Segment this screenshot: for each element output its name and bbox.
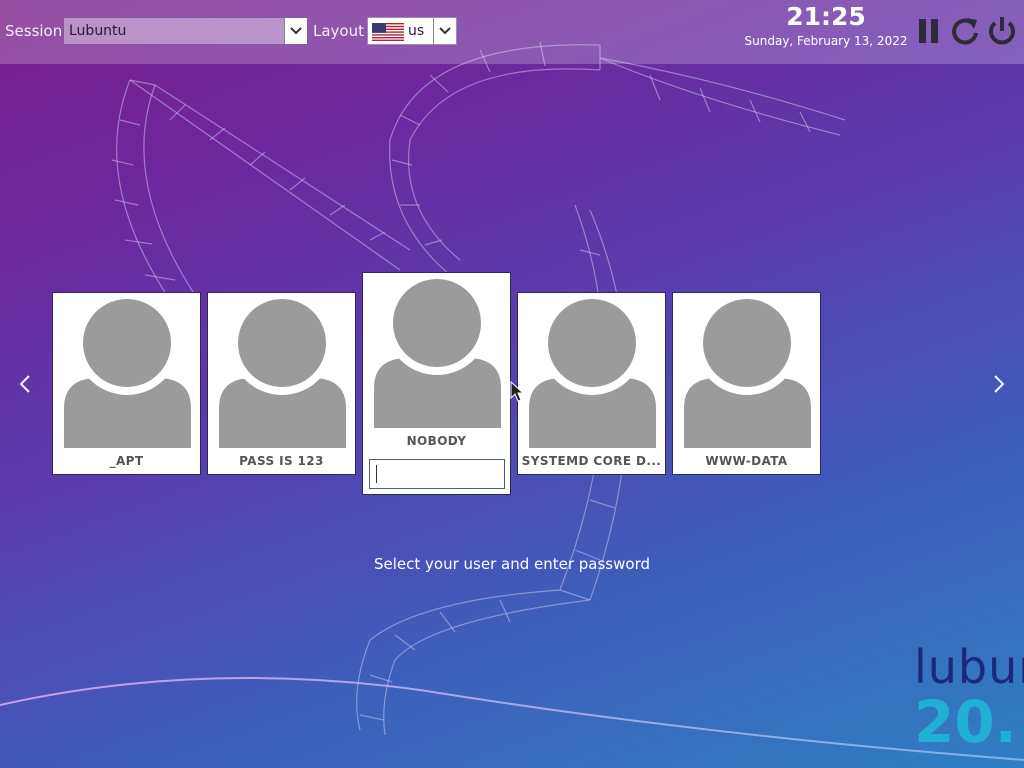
user-name: NOBODY (406, 434, 467, 448)
password-input[interactable] (369, 459, 505, 489)
mouse-cursor-icon (510, 381, 524, 402)
layout-value: us (408, 23, 425, 39)
user-silhouette-icon (684, 293, 811, 448)
user-name: WWW-DATA (705, 454, 788, 468)
user-silhouette-icon (374, 273, 501, 428)
user-card[interactable]: WWW-DATA (672, 292, 821, 475)
brand-version: 20. (914, 688, 1017, 756)
top-bar: Session Lubuntu Layout us 21:25 Sunday, … (0, 0, 1024, 64)
session-select[interactable]: Lubuntu (63, 17, 308, 45)
clock-time: 21:25 (786, 2, 866, 31)
user-name: SYSTEMD CORE D... (521, 454, 662, 468)
chevron-down-icon[interactable] (433, 18, 456, 44)
us-flag-icon (372, 23, 404, 41)
layout-label: Layout (313, 22, 364, 40)
brand-logo-text: lubun (914, 640, 1024, 694)
layout-select[interactable]: us (367, 17, 457, 45)
clock-date: Sunday, February 13, 2022 (744, 34, 908, 48)
pause-icon[interactable] (912, 14, 946, 48)
chevron-right-icon[interactable] (986, 372, 1010, 396)
user-name: PASS IS 123 (239, 454, 324, 468)
user-silhouette-icon (529, 293, 656, 448)
login-hint: Select your user and enter password (373, 555, 650, 573)
session-value: Lubuntu (69, 23, 127, 39)
user-name: _APT (109, 454, 144, 468)
user-silhouette-icon (219, 293, 346, 448)
user-card-selected[interactable]: NOBODY (362, 272, 511, 495)
user-card[interactable]: _APT (52, 292, 201, 475)
chevron-left-icon[interactable] (14, 372, 38, 396)
session-label: Session (5, 22, 63, 40)
chevron-down-icon[interactable] (284, 18, 307, 44)
restart-icon[interactable] (948, 14, 982, 48)
text-caret (376, 465, 377, 483)
user-silhouette-icon (64, 293, 191, 448)
user-card[interactable]: PASS IS 123 (207, 292, 356, 475)
user-card[interactable]: SYSTEMD CORE D... (517, 292, 666, 475)
power-icon[interactable] (985, 14, 1019, 48)
